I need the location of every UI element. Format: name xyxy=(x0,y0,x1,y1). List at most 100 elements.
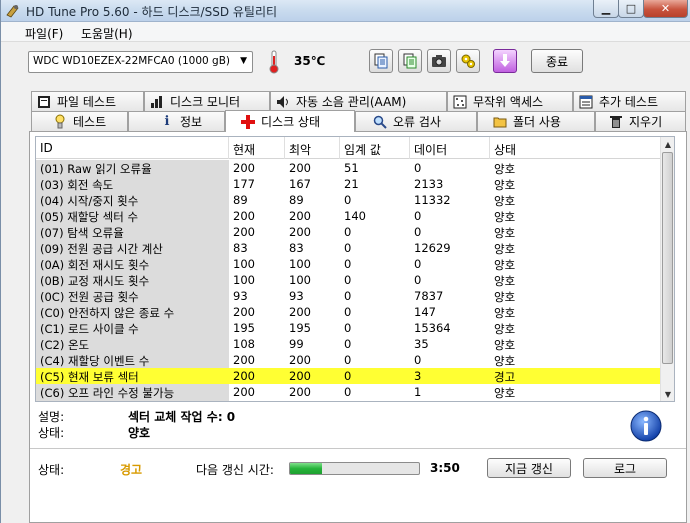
menu-help[interactable]: 도움말(H) xyxy=(81,25,133,42)
worst-value: 200 xyxy=(289,353,311,367)
drive-select[interactable]: WDC WD10EZEX-22MFCA0 (1000 gB) ▼ xyxy=(28,51,253,73)
attribute-id: (04) 시작/중지 횟수 xyxy=(36,192,229,208)
table-row[interactable]: (05) 재할당 섹터 수 200 200 140 0 양호 xyxy=(36,208,662,224)
attribute-status: 양호 xyxy=(494,178,516,192)
current-value: 200 xyxy=(233,369,255,383)
screenshot-button[interactable] xyxy=(427,49,451,73)
exit-button[interactable]: 종료 xyxy=(531,49,583,73)
benchmark-icon xyxy=(52,114,68,130)
info-tab-icon: ℹ xyxy=(164,114,170,129)
worst-value: 200 xyxy=(285,400,340,401)
app-window: HD Tune Pro 5.60 - 하드 디스크/SSD 유틸리티 ▁ □ ✕… xyxy=(0,0,690,523)
current-value: 108 xyxy=(233,337,255,351)
attribute-id: (09) 전원 공급 시간 계산 xyxy=(36,240,229,256)
tab-folder-usage[interactable]: 폴더 사용 xyxy=(477,111,595,131)
table-row[interactable]: (C4) 재할당 이벤트 수 200 200 0 0 양호 xyxy=(36,352,662,368)
menu-file[interactable]: 파일(F) xyxy=(25,25,63,42)
current-value: 200 xyxy=(233,385,255,399)
speaker-icon xyxy=(275,94,291,110)
table-row[interactable]: (04) 시작/중지 횟수 89 89 0 11332 양호 xyxy=(36,192,662,208)
table-row[interactable]: (C2) 온도 108 99 0 35 양호 xyxy=(36,336,662,352)
worst-value: 100 xyxy=(289,273,311,287)
threshold-value: 0 xyxy=(344,289,352,303)
table-row[interactable]: (01) Raw 읽기 오류율 200 200 51 0 양호 xyxy=(36,160,662,176)
tab-benchmark[interactable]: 테스트 xyxy=(31,111,128,131)
table-row[interactable]: (09) 전원 공급 시간 계산 83 83 0 12629 양호 xyxy=(36,240,662,256)
tab-label: 정보 xyxy=(180,115,203,129)
current-value: 200 xyxy=(229,400,285,401)
attribute-status: 양호 xyxy=(494,306,516,320)
column-header-id[interactable]: ID xyxy=(36,137,229,159)
scroll-up-icon[interactable]: ▲ xyxy=(661,137,674,151)
table-row[interactable]: (0A) 회전 재시도 횟수 100 100 0 0 양호 xyxy=(36,256,662,272)
tab-error-scan[interactable]: 오류 검사 xyxy=(355,111,477,131)
column-header-threshold[interactable]: 임계 값 xyxy=(340,137,410,159)
log-button[interactable]: 로그 xyxy=(583,458,667,478)
tab-row-top: 파일 테스트 디스크 모니터 자동 소음 관리(AAM) 무작위 액세스 추가 … xyxy=(31,91,686,111)
column-header-worst[interactable]: 최악 xyxy=(285,137,340,159)
table-row[interactable]: (07) 탐색 오류율 200 200 0 0 양호 xyxy=(36,224,662,240)
table-row[interactable]: (03) 회전 속도 177 167 21 2133 양호 xyxy=(36,176,662,192)
table-row[interactable]: (C7) 인터페이스 CRC 오류 수20020000양호 xyxy=(36,400,662,401)
overall-status-value: 경고 xyxy=(120,463,143,477)
threshold-value: 0 xyxy=(344,321,352,335)
raw-data: 7837 xyxy=(414,289,444,303)
temperature-readout: 35℃ xyxy=(294,54,326,68)
table-row[interactable]: (C1) 로드 사이클 수 195 195 0 15364 양호 xyxy=(36,320,662,336)
scroll-down-icon[interactable]: ▼ xyxy=(661,387,674,401)
tab-file-test[interactable]: 파일 테스트 xyxy=(31,91,144,111)
tab-info[interactable]: ℹ 정보 xyxy=(128,111,225,131)
attribute-id: (C2) 온도 xyxy=(36,336,229,352)
folder-icon xyxy=(492,114,508,130)
table-row[interactable]: (C5) 현재 보류 섹터 200 200 0 3 경고 xyxy=(36,368,662,384)
save-button[interactable] xyxy=(493,49,517,73)
attribute-id: (01) Raw 읽기 오류율 xyxy=(36,160,229,176)
worst-value: 93 xyxy=(289,289,304,303)
column-header-data[interactable]: 데이터 xyxy=(410,137,490,159)
threshold-value: 0 xyxy=(344,193,352,207)
tab-disk-monitor[interactable]: 디스크 모니터 xyxy=(144,91,270,111)
attribute-id: (0C) 전원 공급 횟수 xyxy=(36,288,229,304)
maximize-button[interactable]: □ xyxy=(618,0,644,18)
tab-extra-tests[interactable]: 추가 테스트 xyxy=(573,91,686,111)
tab-erase[interactable]: 지우기 xyxy=(595,111,686,131)
drive-name: WDC WD10EZEX-22MFCA0 (1000 gB) xyxy=(33,55,230,67)
options-button[interactable] xyxy=(456,49,480,73)
tab-row-bottom: 테스트 ℹ 정보 디스크 상태 오류 검사 폴더 사용 지우기 xyxy=(31,110,686,132)
table-row[interactable]: (C0) 안전하지 않은 종료 수 200 200 0 147 양호 xyxy=(36,304,662,320)
raw-data: 0 xyxy=(414,257,422,271)
overall-status-label: 상태: xyxy=(38,463,65,477)
column-header-current[interactable]: 현재 xyxy=(229,137,285,159)
close-button[interactable]: ✕ xyxy=(643,0,688,18)
attribute-status: 양호 xyxy=(494,322,516,336)
raw-data: 15364 xyxy=(414,321,451,335)
table-row[interactable]: (0C) 전원 공급 횟수 93 93 0 7837 양호 xyxy=(36,288,662,304)
title-bar[interactable]: HD Tune Pro 5.60 - 하드 디스크/SSD 유틸리티 ▁ □ ✕ xyxy=(1,0,690,22)
attribute-id: (C5) 현재 보류 섹터 xyxy=(36,368,229,384)
scrollbar-thumb[interactable] xyxy=(662,152,673,364)
tab-label: 지우기 xyxy=(629,115,663,129)
tab-aam[interactable]: 자동 소음 관리(AAM) xyxy=(270,91,447,111)
tab-random-access[interactable]: 무작위 액세스 xyxy=(447,91,573,111)
raw-data: 11332 xyxy=(414,193,451,207)
minimize-button[interactable]: ▁ xyxy=(593,0,619,18)
attribute-status-label: 상태: xyxy=(38,426,65,440)
thermometer-icon xyxy=(269,50,279,74)
refresh-now-button[interactable]: 지금 갱신 xyxy=(487,458,571,478)
smart-table[interactable]: ID 현재 최악 임계 값 데이터 상태 (01) Raw 읽기 오류율 200 2… xyxy=(35,136,675,402)
table-row[interactable]: (C6) 오프 라인 수정 불가능 200 200 0 1 양호 xyxy=(36,384,662,400)
attribute-id: (03) 회전 속도 xyxy=(36,176,229,192)
worst-value: 195 xyxy=(289,321,311,335)
copy-text-button[interactable] xyxy=(369,49,393,73)
table-scrollbar[interactable]: ▲ ▼ xyxy=(660,137,674,401)
raw-data: 147 xyxy=(414,305,436,319)
column-header-status[interactable]: 상태 xyxy=(490,137,662,159)
table-row[interactable]: (0B) 교정 재시도 횟수 100 100 0 0 양호 xyxy=(36,272,662,288)
extra-tests-icon xyxy=(578,94,594,110)
tab-health[interactable]: 디스크 상태 xyxy=(225,110,355,132)
raw-data: 12629 xyxy=(414,241,451,255)
threshold-value: 21 xyxy=(344,177,359,191)
raw-data: 1 xyxy=(414,385,422,399)
raw-data: 0 xyxy=(410,400,490,401)
copy-all-button[interactable] xyxy=(398,49,422,73)
